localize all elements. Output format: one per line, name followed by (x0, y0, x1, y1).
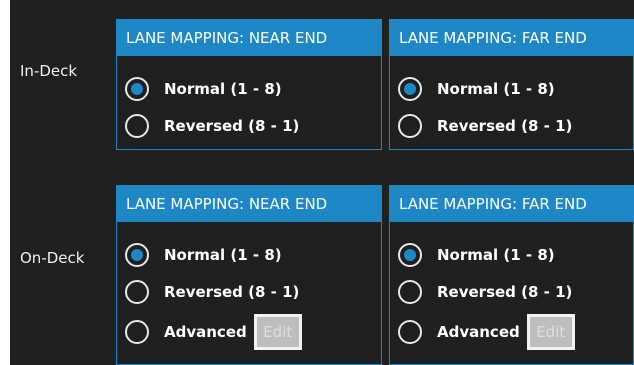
radio-selected-icon[interactable] (398, 243, 422, 267)
radio-selected-icon[interactable] (125, 243, 149, 267)
option-label: Normal (1 - 8) (437, 246, 555, 264)
radio-unselected-icon[interactable] (125, 280, 149, 304)
option-label: Normal (1 - 8) (164, 246, 282, 264)
in-deck-near-normal-option[interactable]: Normal (1 - 8) (125, 76, 282, 102)
on-deck-far-reversed-option[interactable]: Reversed (8 - 1) (398, 279, 572, 305)
row-label-on-deck: On-Deck (20, 249, 85, 267)
on-deck-near-end-group: LANE MAPPING: NEAR END Normal (1 - 8) Re… (116, 185, 382, 365)
on-deck-far-advanced-option[interactable]: Advanced Edit (398, 314, 575, 350)
radio-selected-icon[interactable] (125, 77, 149, 101)
radio-unselected-icon[interactable] (398, 114, 422, 138)
radio-unselected-icon[interactable] (125, 114, 149, 138)
edit-button[interactable]: Edit (526, 314, 575, 350)
option-label: Reversed (8 - 1) (437, 117, 573, 135)
radio-unselected-icon[interactable] (398, 320, 422, 344)
radio-unselected-icon[interactable] (398, 280, 422, 304)
in-deck-far-reversed-option[interactable]: Reversed (8 - 1) (398, 113, 572, 139)
radio-unselected-icon[interactable] (125, 320, 149, 344)
on-deck-near-advanced-option[interactable]: Advanced Edit (125, 314, 302, 350)
lane-mapping-panel: In-Deck LANE MAPPING: NEAR END Normal (1… (0, 0, 634, 365)
in-deck-far-normal-option[interactable]: Normal (1 - 8) (398, 76, 555, 102)
on-deck-near-reversed-option[interactable]: Reversed (8 - 1) (125, 279, 299, 305)
group-header: LANE MAPPING: FAR END (390, 20, 633, 56)
option-label: Advanced (164, 323, 247, 341)
in-deck-near-end-group: LANE MAPPING: NEAR END Normal (1 - 8) Re… (116, 19, 382, 150)
edit-button[interactable]: Edit (253, 314, 302, 350)
option-label: Normal (1 - 8) (164, 80, 282, 98)
on-deck-near-normal-option[interactable]: Normal (1 - 8) (125, 242, 282, 268)
on-deck-far-end-group: LANE MAPPING: FAR END Normal (1 - 8) Rev… (389, 185, 634, 365)
in-deck-far-end-group: LANE MAPPING: FAR END Normal (1 - 8) Rev… (389, 19, 634, 150)
in-deck-near-reversed-option[interactable]: Reversed (8 - 1) (125, 113, 299, 139)
group-header: LANE MAPPING: NEAR END (117, 20, 381, 56)
radio-selected-icon[interactable] (398, 77, 422, 101)
option-label: Reversed (8 - 1) (164, 283, 300, 301)
option-label: Advanced (437, 323, 520, 341)
option-label: Reversed (8 - 1) (437, 283, 573, 301)
option-label: Reversed (8 - 1) (164, 117, 300, 135)
row-label-in-deck: In-Deck (20, 62, 78, 80)
group-header: LANE MAPPING: FAR END (390, 186, 633, 222)
on-deck-far-normal-option[interactable]: Normal (1 - 8) (398, 242, 555, 268)
option-label: Normal (1 - 8) (437, 80, 555, 98)
group-header: LANE MAPPING: NEAR END (117, 186, 381, 222)
